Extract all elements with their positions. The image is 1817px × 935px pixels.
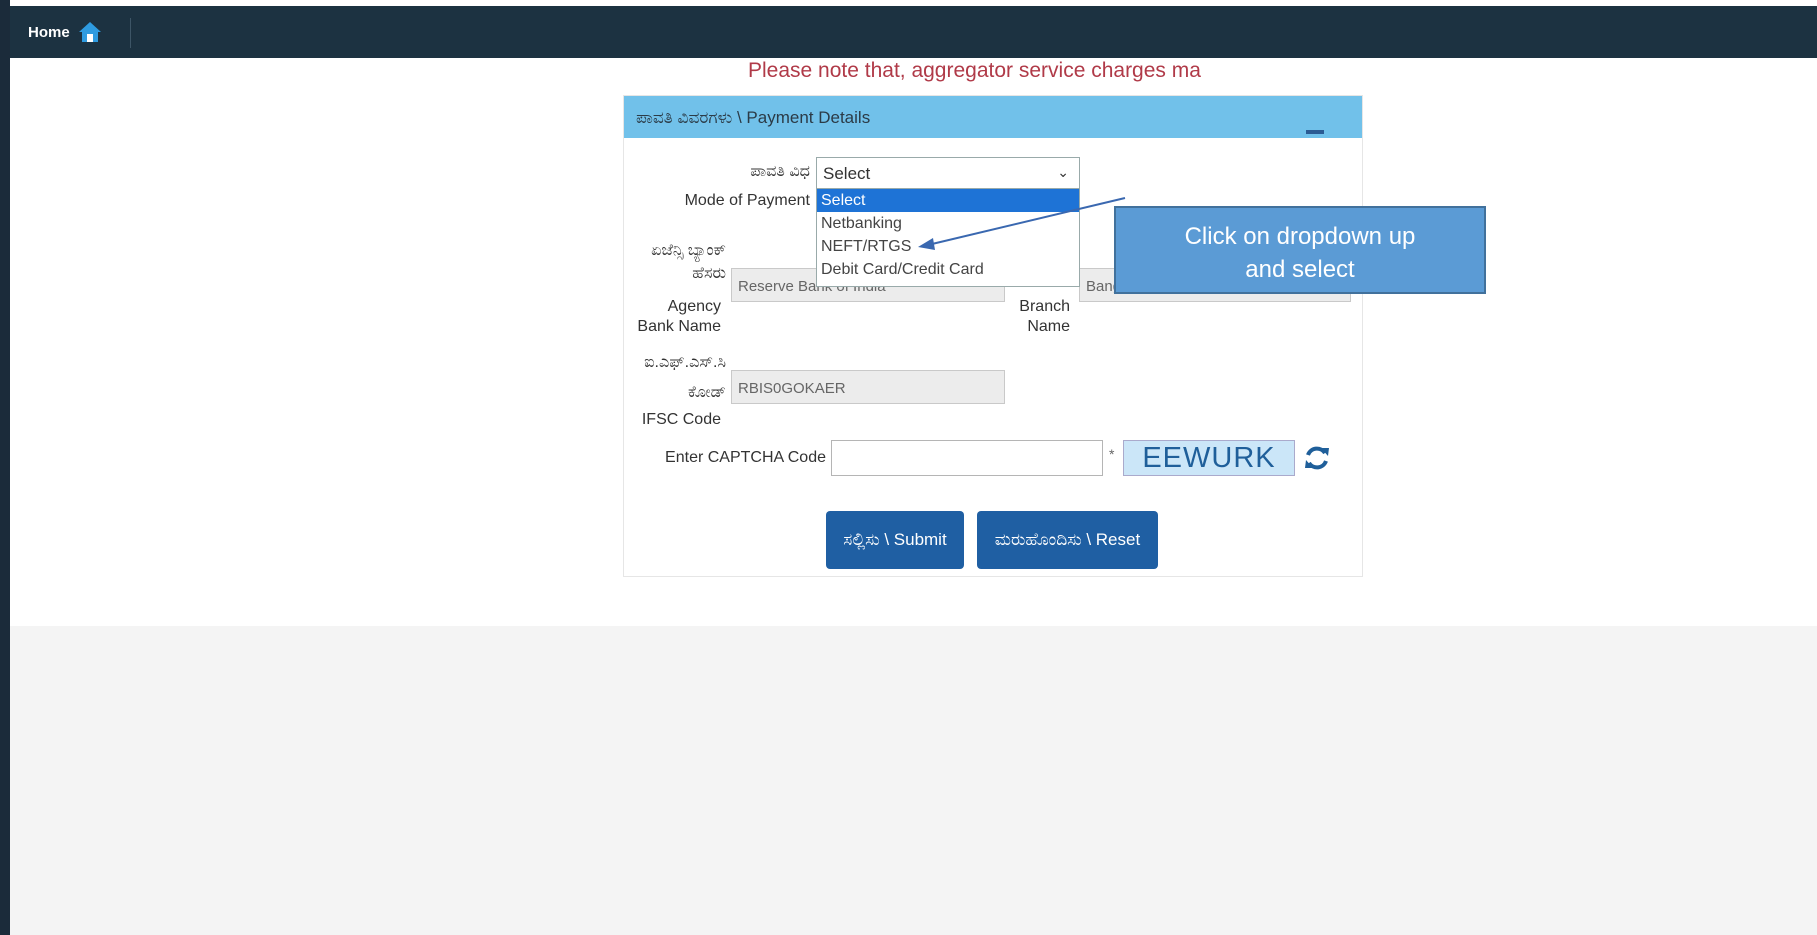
mode-selected-value: Select [823, 164, 871, 183]
mode-of-payment-select[interactable]: Select ⌄ [816, 157, 1080, 189]
mode-label-kannada: ಪಾವತಿ ವಿಧ [750, 163, 810, 180]
left-edge-bar [0, 0, 10, 935]
option-neft-rtgs[interactable]: NEFT/RTGS [817, 235, 1079, 258]
captcha-image: EEWURK [1123, 440, 1295, 476]
agency-label-english-2: Bank Name [637, 318, 721, 335]
ifsc-label-english: IFSC Code [641, 411, 721, 428]
panel-title: ಪಾವತಿ ವಿವರಗಳು \ Payment Details [636, 108, 871, 127]
home-icon [78, 22, 101, 42]
mode-of-payment-dropdown: Select Netbanking NEFT/RTGS Debit Card/C… [816, 189, 1080, 287]
ifsc-code-field: RBIS0GOKAER [731, 370, 1005, 404]
submit-button[interactable]: ಸಲ್ಲಿಸು \ Submit [826, 511, 964, 569]
minimize-icon[interactable] [1306, 130, 1324, 134]
required-marker: * [1109, 446, 1115, 462]
top-navigation-bar: Home [10, 6, 1817, 58]
agency-label-kannada-2: ಹೆಸರು [692, 265, 726, 282]
option-debit-credit-card[interactable]: Debit Card/Credit Card [817, 258, 1079, 281]
callout-line-2: and select [1245, 256, 1355, 283]
callout-line-1: Click on dropdown up [1184, 223, 1416, 250]
agency-label-english-1: Agency [667, 298, 721, 315]
option-select[interactable]: Select [817, 189, 1079, 212]
option-netbanking[interactable]: Netbanking [817, 212, 1079, 235]
service-charge-notice: Please note that, aggregator service cha… [748, 59, 1201, 82]
ifsc-label-kannada-1: ಐ.ಎಫ್.ಎಸ್.ಸಿ [644, 354, 726, 371]
home-link[interactable]: Home [28, 20, 102, 44]
page-footer-background [10, 626, 1817, 935]
branch-label-english-1: Branch [1019, 298, 1070, 315]
ifsc-label-kannada-2: ಕೋಡ್ [687, 384, 726, 401]
mode-label-english: Mode of Payment [684, 192, 810, 209]
reset-button[interactable]: ಮರುಹೊಂದಿಸು \ Reset [977, 511, 1158, 569]
instruction-callout: Click on dropdown up and select [1114, 206, 1486, 294]
home-label: Home [28, 23, 70, 41]
agency-label-kannada-1: ಏಜೆನ್ಸಿ ಬ್ಯಾಂಕ್ [651, 242, 726, 259]
panel-header: ಪಾವತಿ ವಿವರಗಳು \ Payment Details [624, 96, 1362, 138]
branch-label-english-2: Name [1027, 318, 1070, 335]
chevron-down-icon: ⌄ [1057, 164, 1069, 180]
refresh-icon[interactable] [1303, 444, 1331, 472]
captcha-input[interactable] [831, 440, 1103, 476]
topbar-divider [130, 18, 131, 48]
captcha-label: Enter CAPTCHA Code [665, 449, 826, 466]
